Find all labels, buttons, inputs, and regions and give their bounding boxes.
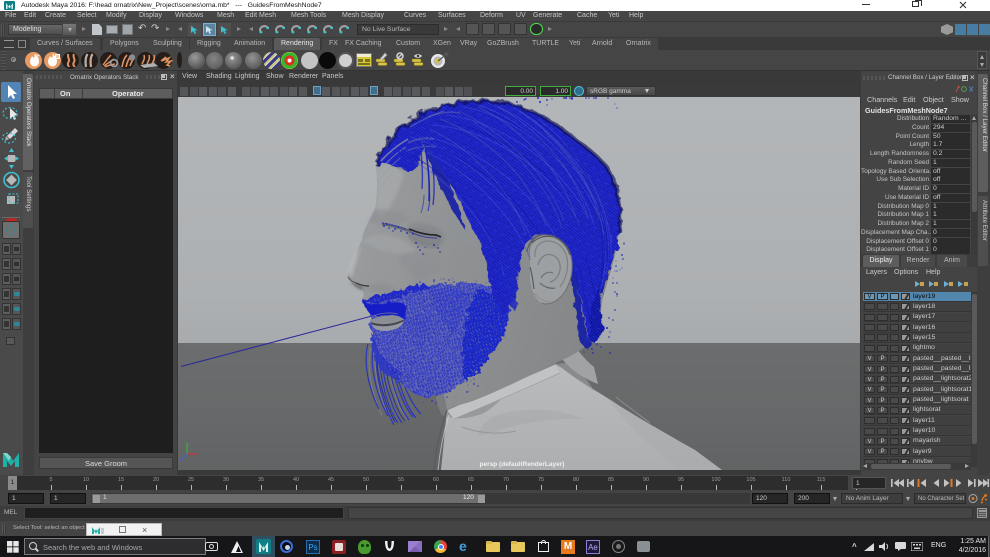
svg-text:persp (defaultRenderLayer): persp (defaultRenderLayer)	[480, 461, 565, 468]
